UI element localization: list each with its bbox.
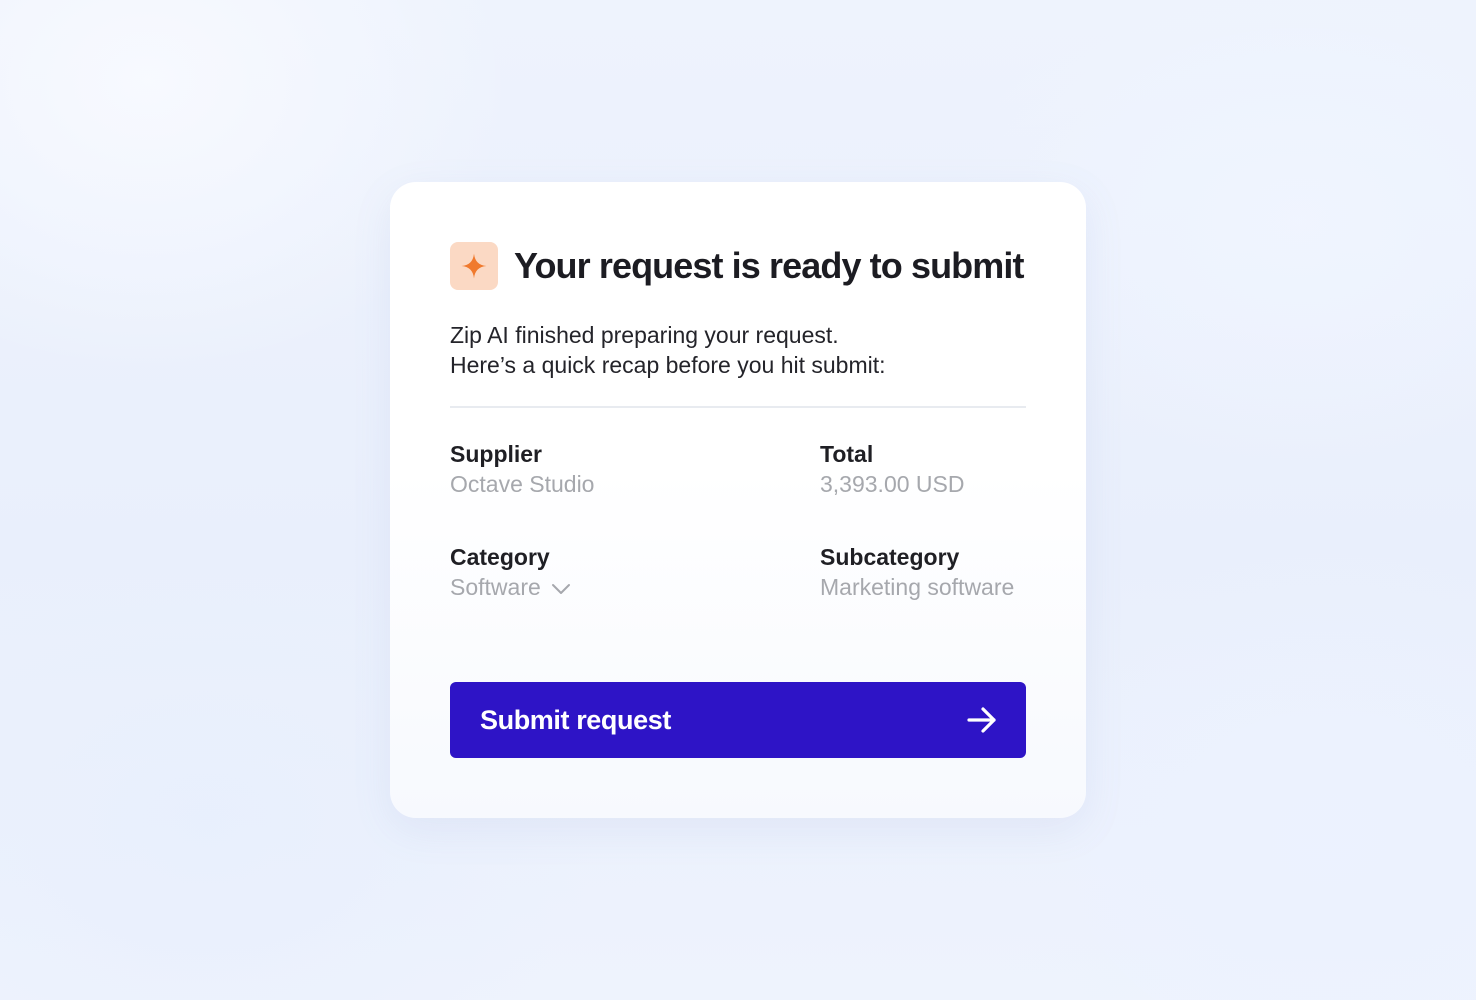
intro-line-1: Zip AI finished preparing your request. — [450, 322, 839, 348]
request-summary-card: Your request is ready to submit Zip AI f… — [390, 182, 1086, 818]
card-header: Your request is ready to submit — [450, 242, 1026, 290]
supplier-value: Octave Studio — [450, 471, 595, 497]
total-value: 3,393.00 USD — [820, 471, 965, 497]
category-label: Category — [450, 544, 550, 570]
subcategory-field: Subcategory Marketing software — [820, 543, 1014, 603]
category-dropdown[interactable]: Software — [450, 571, 571, 603]
total-label: Total — [820, 441, 874, 467]
summary-fields: Supplier Octave Studio Total 3,393.00 US… — [450, 408, 1026, 628]
chevron-down-icon — [551, 583, 571, 595]
supplier-field: Supplier Octave Studio — [450, 440, 594, 500]
category-field: Category Software — [450, 543, 571, 603]
subcategory-label: Subcategory — [820, 544, 960, 570]
intro-line-2: Here’s a quick recap before you hit subm… — [450, 352, 886, 378]
sparkle-badge — [450, 242, 498, 290]
submit-request-label: Submit request — [480, 704, 671, 735]
supplier-label: Supplier — [450, 441, 543, 467]
category-value: Software — [450, 574, 541, 600]
submit-request-button[interactable]: Submit request — [450, 682, 1026, 758]
intro-text: Zip AI finished preparing your request. … — [450, 320, 1026, 380]
total-field: Total 3,393.00 USD — [820, 440, 964, 500]
sparkle-icon — [461, 253, 487, 279]
arrow-right-icon — [966, 704, 998, 736]
subcategory-value: Marketing software — [820, 574, 1015, 600]
page-title: Your request is ready to submit — [514, 245, 1024, 286]
